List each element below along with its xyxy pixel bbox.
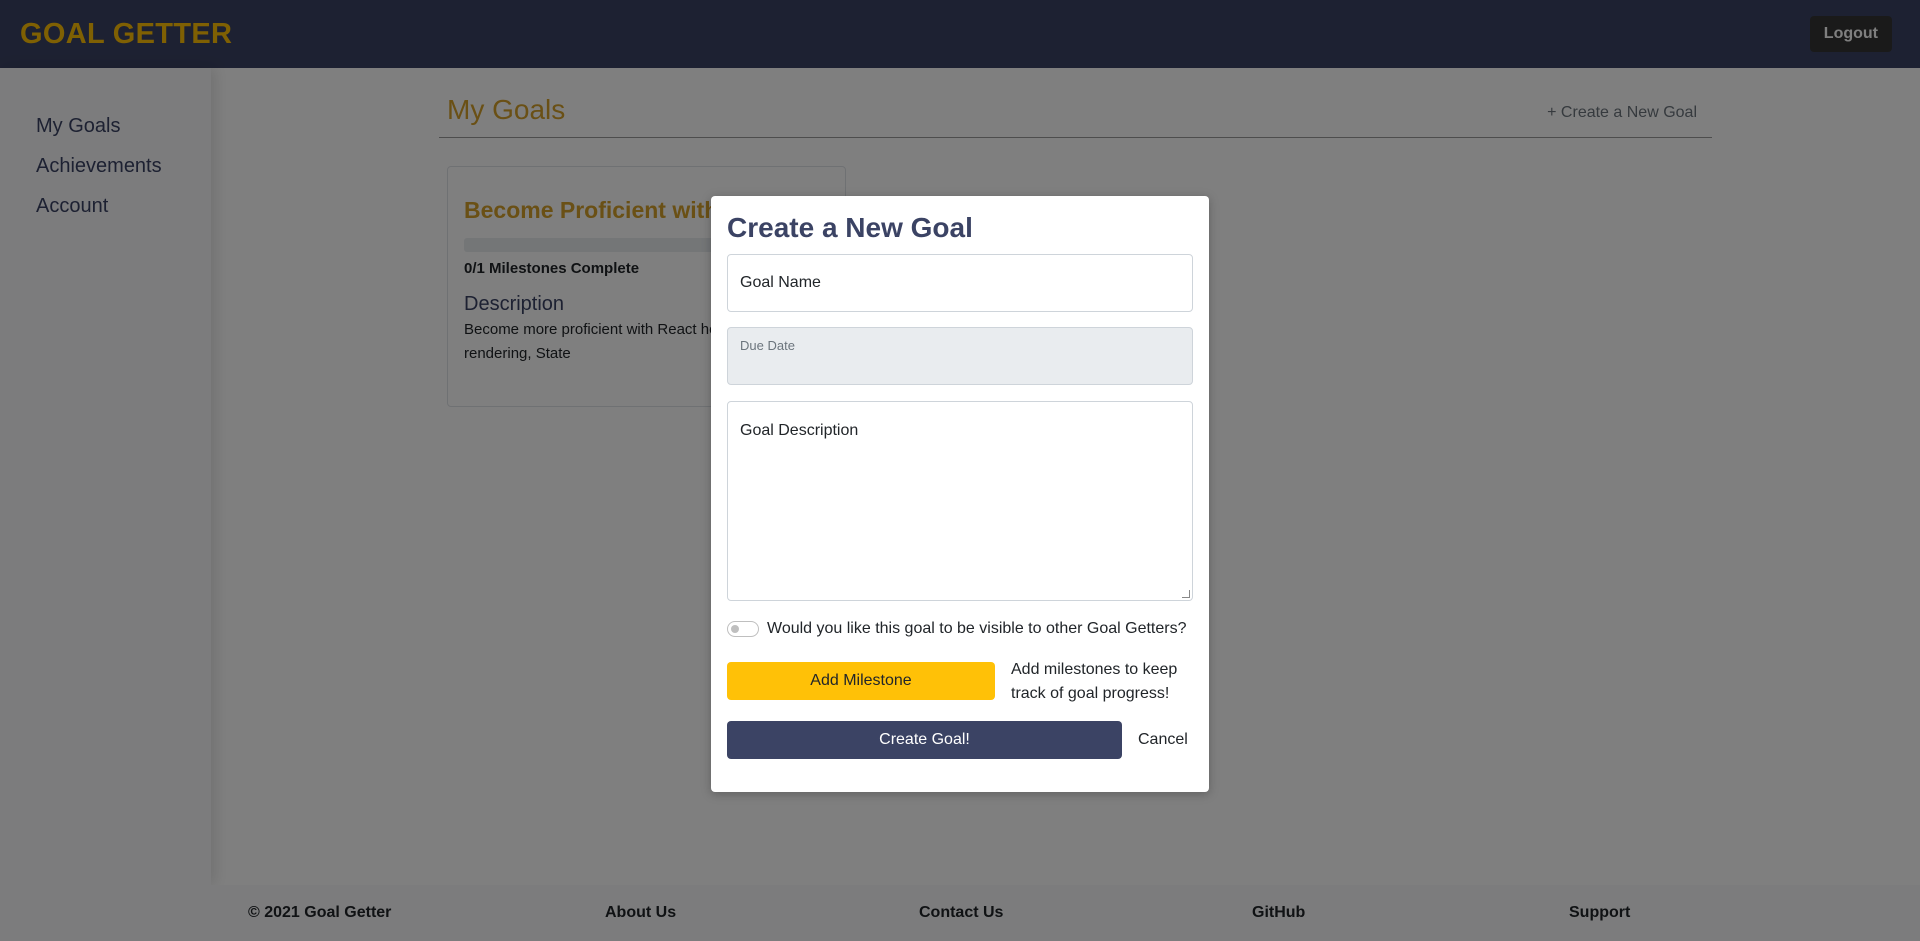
- goal-description-textarea[interactable]: Goal Description: [727, 401, 1193, 601]
- create-goal-modal: Create a New Goal Goal Name Due Date Goa…: [711, 196, 1209, 792]
- goal-name-input[interactable]: Goal Name: [727, 254, 1193, 312]
- due-date-input[interactable]: Due Date: [727, 327, 1193, 385]
- resize-grip-icon[interactable]: [1182, 590, 1190, 598]
- due-date-label: Due Date: [740, 338, 795, 353]
- toggle-knob: [731, 625, 739, 633]
- visibility-toggle-row: Would you like this goal to be visible t…: [727, 620, 1186, 638]
- visibility-toggle-label[interactable]: Would you like this goal to be visible t…: [767, 620, 1186, 638]
- add-milestone-button[interactable]: Add Milestone: [727, 662, 995, 700]
- milestone-hint-text: Add milestones to keep track of goal pro…: [1011, 661, 1178, 702]
- visibility-toggle[interactable]: [727, 621, 759, 637]
- create-goal-button[interactable]: Create Goal!: [727, 721, 1122, 759]
- goal-description-placeholder: Goal Description: [740, 422, 859, 439]
- modal-title: Create a New Goal: [727, 212, 973, 243]
- cancel-button[interactable]: Cancel: [1138, 721, 1188, 759]
